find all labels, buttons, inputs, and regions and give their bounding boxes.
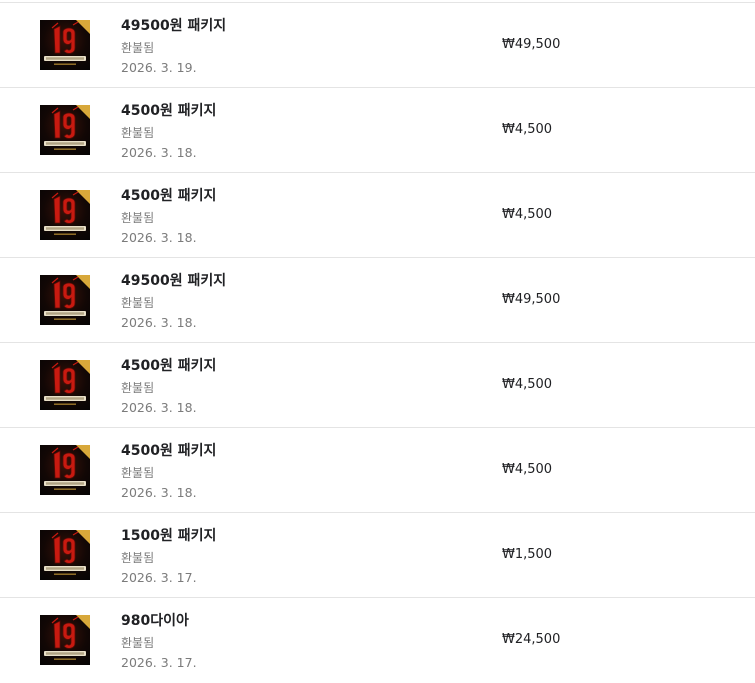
item-title: 980다이아 xyxy=(121,613,189,629)
refund-status: 환불됨 xyxy=(121,41,155,55)
refund-status: 환불됨 xyxy=(121,636,155,650)
refund-status: 환불됨 xyxy=(121,296,155,310)
purchase-date: 2026. 3. 17. xyxy=(121,655,197,670)
purchase-row[interactable]: 49500원 패키지 환불됨 2026. 3. 19. ₩49,500 xyxy=(0,3,755,88)
item-title: 4500원 패키지 xyxy=(121,358,217,374)
item-title: 4500원 패키지 xyxy=(121,103,217,119)
game-app-icon xyxy=(40,275,90,325)
game-app-icon xyxy=(40,615,90,665)
item-price: ₩1,500 xyxy=(502,547,553,562)
refund-status: 환불됨 xyxy=(121,551,155,565)
purchase-row[interactable]: 980다이아 환불됨 2026. 3. 17. ₩24,500 xyxy=(0,598,755,682)
item-price: ₩24,500 xyxy=(502,632,561,647)
purchase-row[interactable]: 4500원 패키지 환불됨 2026. 3. 18. ₩4,500 xyxy=(0,428,755,513)
game-app-icon xyxy=(40,445,90,495)
item-title: 49500원 패키지 xyxy=(121,18,227,34)
item-price: ₩49,500 xyxy=(502,37,561,52)
refund-status: 환불됨 xyxy=(121,381,155,395)
purchase-row[interactable]: 4500원 패키지 환불됨 2026. 3. 18. ₩4,500 xyxy=(0,343,755,428)
refund-status: 환불됨 xyxy=(121,126,155,140)
item-price: ₩4,500 xyxy=(502,207,553,222)
game-app-icon xyxy=(40,105,90,155)
item-price: ₩49,500 xyxy=(502,292,561,307)
purchase-history-list: 49500원 패키지 환불됨 2026. 3. 19. ₩49,500 4500… xyxy=(0,2,755,682)
item-title: 1500원 패키지 xyxy=(121,528,217,544)
game-app-icon xyxy=(40,190,90,240)
item-price: ₩4,500 xyxy=(502,122,553,137)
game-app-icon xyxy=(40,20,90,70)
item-price: ₩4,500 xyxy=(502,462,553,477)
refund-status: 환불됨 xyxy=(121,211,155,225)
purchase-date: 2026. 3. 18. xyxy=(121,145,197,160)
purchase-row[interactable]: 4500원 패키지 환불됨 2026. 3. 18. ₩4,500 xyxy=(0,88,755,173)
item-title: 4500원 패키지 xyxy=(121,188,217,204)
purchase-date: 2026. 3. 17. xyxy=(121,570,197,585)
purchase-date: 2026. 3. 18. xyxy=(121,315,197,330)
game-app-icon xyxy=(40,530,90,580)
purchase-row[interactable]: 1500원 패키지 환불됨 2026. 3. 17. ₩1,500 xyxy=(0,513,755,598)
purchase-row[interactable]: 4500원 패키지 환불됨 2026. 3. 18. ₩4,500 xyxy=(0,173,755,258)
item-title: 4500원 패키지 xyxy=(121,443,217,459)
item-price: ₩4,500 xyxy=(502,377,553,392)
item-title: 49500원 패키지 xyxy=(121,273,227,289)
purchase-date: 2026. 3. 18. xyxy=(121,400,197,415)
purchase-date: 2026. 3. 18. xyxy=(121,485,197,500)
purchase-date: 2026. 3. 18. xyxy=(121,230,197,245)
purchase-row[interactable]: 49500원 패키지 환불됨 2026. 3. 18. ₩49,500 xyxy=(0,258,755,343)
game-app-icon xyxy=(40,360,90,410)
purchase-date: 2026. 3. 19. xyxy=(121,60,197,75)
refund-status: 환불됨 xyxy=(121,466,155,480)
